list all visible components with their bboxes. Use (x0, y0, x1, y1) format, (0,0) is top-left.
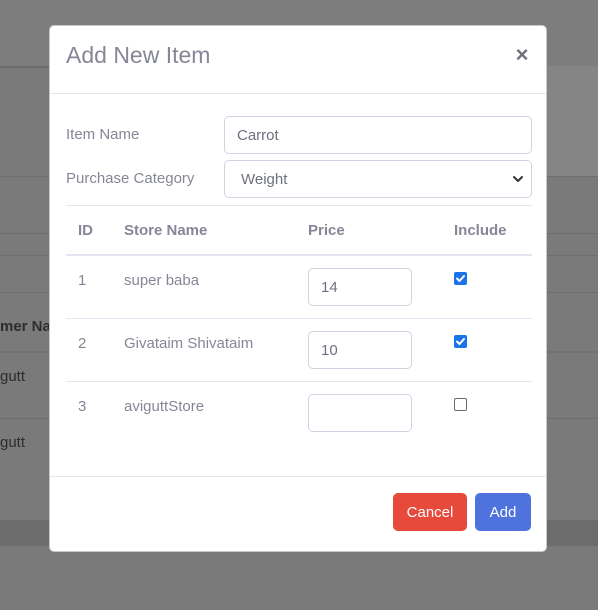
background-column-header: mer Na (0, 318, 51, 335)
row-2-price-input[interactable] (308, 331, 412, 369)
background-cell: gutt (0, 434, 26, 451)
row-1-include-checkbox[interactable] (454, 272, 467, 285)
column-header-store-name: Store Name (124, 222, 208, 239)
add-item-modal: Add New Item × Item Name Purchase Catego… (49, 25, 547, 552)
table-header-border (66, 254, 532, 256)
modal-title: Add New Item (66, 42, 211, 68)
column-header-id: ID (78, 222, 93, 239)
add-button[interactable]: Add (475, 493, 531, 531)
item-name-label: Item Name (66, 126, 140, 143)
purchase-category-value: Weight (241, 171, 288, 188)
purchase-category-select[interactable]: Weight (224, 160, 532, 198)
chevron-down-icon (513, 176, 523, 182)
item-name-input[interactable] (224, 116, 532, 154)
background-cell: gutt (0, 368, 26, 385)
check-icon (456, 275, 465, 282)
row-divider (66, 318, 532, 319)
row-3-price-input[interactable] (308, 394, 412, 432)
row-1-store-name: super baba (124, 272, 200, 289)
row-3-store-name: aviguttStore (124, 398, 205, 415)
item-name-row: Item Name (66, 116, 532, 154)
check-icon (456, 338, 465, 345)
table-border (66, 205, 532, 206)
purchase-category-row: Purchase Category Weight (66, 160, 532, 198)
row-2-store-name: Givataim Shivataim (124, 335, 254, 352)
row-3-id: 3 (78, 398, 87, 415)
modal-header: Add New Item × (50, 26, 546, 94)
row-2-include-checkbox[interactable] (454, 335, 467, 348)
row-divider (66, 381, 532, 382)
row-3-include-checkbox[interactable] (454, 398, 467, 411)
row-1-id: 1 (78, 272, 87, 289)
modal-footer: Cancel Add (50, 476, 546, 552)
background-panel (546, 66, 598, 176)
close-icon[interactable]: × (514, 44, 530, 66)
column-header-price: Price (308, 222, 345, 239)
column-header-include: Include (454, 222, 507, 239)
row-1-price-input[interactable] (308, 268, 412, 306)
cancel-button[interactable]: Cancel (393, 493, 467, 531)
purchase-category-label: Purchase Category (66, 170, 195, 187)
row-2-id: 2 (78, 335, 87, 352)
